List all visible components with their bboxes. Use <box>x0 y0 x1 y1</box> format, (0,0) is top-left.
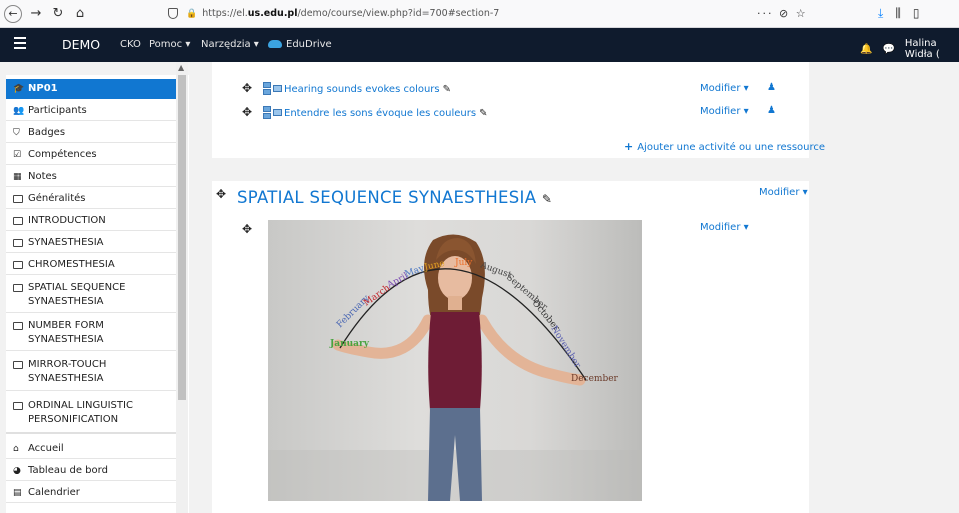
url-text: https://el.us.edu.pl/demo/course/view.ph… <box>202 8 500 19</box>
folder-icon <box>13 260 23 274</box>
table-icon: ▦ <box>13 172 22 182</box>
person-icon[interactable]: ♟ <box>767 105 776 116</box>
sidebar-item-competences[interactable]: ☑ Compétences <box>6 144 176 165</box>
reload-icon[interactable]: ↻ <box>50 6 66 22</box>
sidebar-item-ordinal-linguistic[interactable]: ORDINAL LINGUISTIC PERSONIFICATION <box>6 392 176 434</box>
folder-icon <box>13 216 23 230</box>
folder-icon <box>13 321 23 335</box>
nav-link-pomoc[interactable]: Pomoc ▾ <box>149 39 190 50</box>
folder-icon <box>13 283 23 297</box>
download-icon[interactable]: ⤓ <box>878 6 883 21</box>
browser-toolbar: ← → ↻ ⌂ 🔒 https://el.us.edu.pl/demo/cour… <box>0 0 959 28</box>
sidebar-icon[interactable]: ▯ <box>913 6 920 21</box>
modifier-menu[interactable]: Modifier ▾ <box>700 83 749 94</box>
library-icon[interactable]: ⫼ <box>895 6 901 21</box>
month-label: May <box>404 263 427 279</box>
home-icon[interactable]: ⌂ <box>72 6 88 22</box>
sidebar-item-mirror-touch[interactable]: MIRROR-TOUCH SYNAESTHESIA <box>6 352 176 391</box>
sidebar-item-course[interactable]: 🎓 NP01 <box>6 79 176 99</box>
nav-link-cko[interactable]: CKO <box>120 39 141 50</box>
dashboard-icon: ◕ <box>13 466 21 476</box>
sidebar-item-accueil[interactable]: ⌂ Accueil <box>6 438 176 459</box>
back-arrow-icon[interactable]: ← <box>4 4 22 23</box>
section-title: SPATIAL SEQUENCE SYNAESTHESIA ✎ <box>237 188 553 207</box>
page-actions[interactable]: ··· ⊘ ☆ <box>757 7 808 20</box>
sidebar-item-notes[interactable]: ▦ Notes <box>6 166 176 187</box>
calendar-icon: ▤ <box>13 488 22 498</box>
folder-icon <box>13 194 23 208</box>
sidebar-item-number-form[interactable]: NUMBER FORM SYNAESTHESIA <box>6 314 176 351</box>
modifier-menu[interactable]: Modifier ▾ <box>700 106 749 117</box>
nav-link-narzedzia[interactable]: Narzędzia ▾ <box>201 39 259 50</box>
add-activity-link[interactable]: + Ajouter une activité ou une ressource <box>624 140 825 153</box>
nav-link-edudrive[interactable]: EduDrive <box>268 39 332 50</box>
pencil-icon[interactable]: ✎ <box>443 84 451 95</box>
move-icon[interactable]: ✥ <box>242 81 252 95</box>
site-navbar: DEMO CKO Pomoc ▾ Narzędzia ▾ EduDrive 🔔 … <box>0 28 959 62</box>
user-menu[interactable]: Halina Widła ( <box>905 38 959 60</box>
chat-icon[interactable]: 💬 <box>882 44 894 55</box>
plus-icon: + <box>624 140 634 153</box>
checkbox-icon: ☑ <box>13 150 22 160</box>
site-brand[interactable]: DEMO <box>62 37 100 52</box>
scroll-up-icon[interactable]: ▲ <box>178 63 184 72</box>
move-icon[interactable]: ✥ <box>242 222 252 236</box>
pencil-icon[interactable]: ✎ <box>542 192 552 206</box>
graduation-cap-icon: 🎓 <box>13 84 25 94</box>
modifier-menu[interactable]: Modifier ▾ <box>759 187 808 198</box>
person-icon[interactable]: ♟ <box>767 82 776 93</box>
activity-link-entendre[interactable]: Entendre les sons évoque les couleurs ✎ <box>284 108 487 119</box>
url-bar[interactable]: 🔒 https://el.us.edu.pl/demo/course/view.… <box>168 3 832 24</box>
month-label: November <box>548 324 582 370</box>
course-sidebar: 🎓 NP01 👥 Participants ⛉ Badges ☑ Compétences… <box>6 75 189 513</box>
sidebar-item-spatial-sequence[interactable]: SPATIAL SEQUENCE SYNAESTHESIA <box>6 276 176 313</box>
activity-link-hearing[interactable]: Hearing sounds evokes colours ✎ <box>284 84 451 95</box>
sidebar-scrollbar[interactable]: ▲ <box>176 62 188 513</box>
forward-arrow-icon[interactable]: → <box>28 6 44 22</box>
move-icon[interactable]: ✥ <box>242 105 252 119</box>
sidebar-item-calendrier[interactable]: ▤ Calendrier <box>6 482 176 503</box>
shield-icon: ⛉ <box>13 128 20 138</box>
cloud-icon <box>268 40 282 48</box>
sidebar-item-badges[interactable]: ⛉ Badges <box>6 122 176 143</box>
move-icon[interactable]: ✥ <box>216 187 226 201</box>
photo-illustration: January February March April May June Ju… <box>268 234 642 501</box>
month-label: July <box>454 258 473 268</box>
menu-toggle-icon[interactable] <box>14 37 26 52</box>
scrollbar-thumb[interactable] <box>178 75 186 400</box>
month-label: January <box>329 339 370 349</box>
bell-icon[interactable]: 🔔 <box>860 44 872 55</box>
pencil-icon[interactable]: ✎ <box>479 108 487 119</box>
users-icon: 👥 <box>13 106 25 116</box>
sidebar-item-introduction[interactable]: INTRODUCTION <box>6 210 176 231</box>
folder-icon <box>13 401 23 415</box>
folder-icon <box>13 238 23 252</box>
synaesthesia-photo: January February March April May June Ju… <box>268 220 642 501</box>
folder-icon <box>13 360 23 374</box>
lock-icon[interactable]: 🔒 <box>186 9 197 19</box>
page-resource-icon <box>263 82 282 96</box>
page-resource-icon <box>263 106 282 120</box>
sidebar-item-chromesthesia[interactable]: CHROMESTHESIA <box>6 254 176 275</box>
month-label: December <box>571 374 619 384</box>
sidebar-item-participants[interactable]: 👥 Participants <box>6 100 176 121</box>
sidebar-item-generalites[interactable]: Généralités <box>6 188 176 209</box>
modifier-menu[interactable]: Modifier ▾ <box>700 222 749 233</box>
tracking-shield-icon[interactable] <box>168 8 178 19</box>
home-icon: ⌂ <box>13 444 19 454</box>
sidebar-item-tableau-de-bord[interactable]: ◕ Tableau de bord <box>6 460 176 481</box>
sidebar-item-synaesthesia[interactable]: SYNAESTHESIA <box>6 232 176 253</box>
